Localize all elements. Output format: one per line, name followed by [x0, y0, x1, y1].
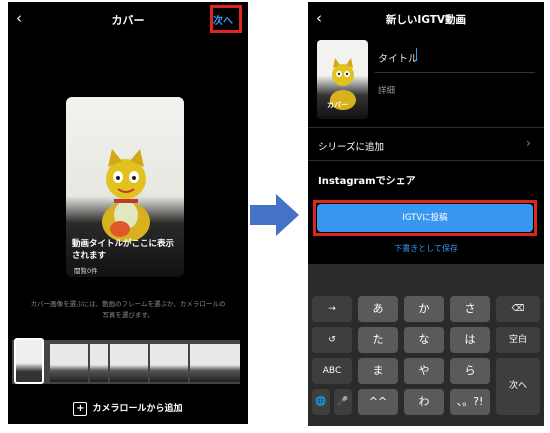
divider [308, 160, 544, 161]
plus-icon: + [73, 401, 88, 416]
key-emoticon[interactable]: ^^ [358, 389, 398, 415]
enter-key[interactable]: 次へ [496, 358, 540, 415]
keyboard: → あ か さ ⌫ ↺ た な は 空白 ABC ま や ら 次へ 🌐 🎤 ^^… [308, 264, 544, 426]
cover-screen: ‹ カバー 次へ 動画タイトルがここに表示されます 閲覧0件 カバー画像を選ぶに… [8, 2, 248, 424]
save-draft-link[interactable]: 下書きとして保存 [308, 243, 544, 254]
frame-thumb[interactable] [150, 344, 188, 382]
cover-hint-text: カバー画像を選ぶには、動画のフレームを選ぶか、カメラロールの写真を選びます。 [30, 300, 226, 319]
key-sa[interactable]: さ [450, 296, 490, 322]
add-to-series-row[interactable]: シリーズに追加 [318, 139, 384, 153]
frame-strip[interactable] [12, 340, 240, 384]
key-undo[interactable]: ↺ [312, 327, 352, 353]
camera-roll-label: カメラロールから追加 [92, 404, 183, 414]
key-na[interactable]: な [404, 327, 444, 353]
key-ma[interactable]: ま [358, 358, 398, 384]
key-a[interactable]: あ [358, 296, 398, 322]
camera-roll-button[interactable]: + カメラロールから追加 [8, 401, 248, 416]
cat-figure-icon [102, 149, 150, 242]
frame-thumb[interactable] [90, 344, 108, 382]
key-wa[interactable]: わ [404, 389, 444, 415]
frame-thumb[interactable] [224, 344, 240, 382]
new-igtv-screen: ‹ 新しいIGTV動画 カバー タイトル 詳細 シリーズに追加 › Instag… [308, 2, 544, 426]
divider [375, 72, 535, 73]
key-arrow[interactable]: → [312, 296, 352, 322]
frame-thumb[interactable] [190, 344, 228, 382]
cover-thumbnail[interactable]: カバー [317, 40, 368, 119]
page-title: 新しいIGTV動画 [385, 14, 467, 26]
frame-thumb[interactable] [110, 344, 148, 382]
selected-frame[interactable] [14, 338, 44, 384]
key-ya[interactable]: や [404, 358, 444, 384]
cover-preview: 動画タイトルがここに表示されます 閲覧0件 [66, 97, 184, 277]
key-punctuation[interactable]: 、。?! [450, 389, 490, 415]
post-igtv-button[interactable]: IGTVに投稿 [317, 204, 533, 232]
video-title-placeholder: 動画タイトルがここに表示されます [72, 239, 175, 261]
share-to-instagram-row[interactable]: Instagramでシェア [318, 172, 416, 187]
title-field[interactable]: タイトル [378, 50, 418, 65]
space-key[interactable]: 空白 [496, 327, 540, 353]
divider [308, 127, 544, 128]
text-cursor [416, 48, 417, 61]
key-abc[interactable]: ABC [312, 358, 352, 384]
frame-thumb[interactable] [50, 344, 88, 382]
detail-field[interactable]: 詳細 [378, 84, 395, 96]
next-button[interactable]: 次へ [213, 12, 233, 27]
key-ta[interactable]: た [358, 327, 398, 353]
key-ka[interactable]: か [404, 296, 444, 322]
right-arrow-icon [250, 194, 299, 236]
microphone-icon[interactable]: 🎤 [334, 389, 352, 415]
chevron-right-icon: › [526, 136, 531, 150]
key-ra[interactable]: ら [450, 358, 490, 384]
globe-icon[interactable]: 🌐 [312, 389, 330, 415]
view-count: 閲覧0件 [74, 267, 98, 275]
thumb-caption: カバー [327, 101, 348, 109]
key-ha[interactable]: は [450, 327, 490, 353]
backspace-key[interactable]: ⌫ [496, 296, 540, 322]
